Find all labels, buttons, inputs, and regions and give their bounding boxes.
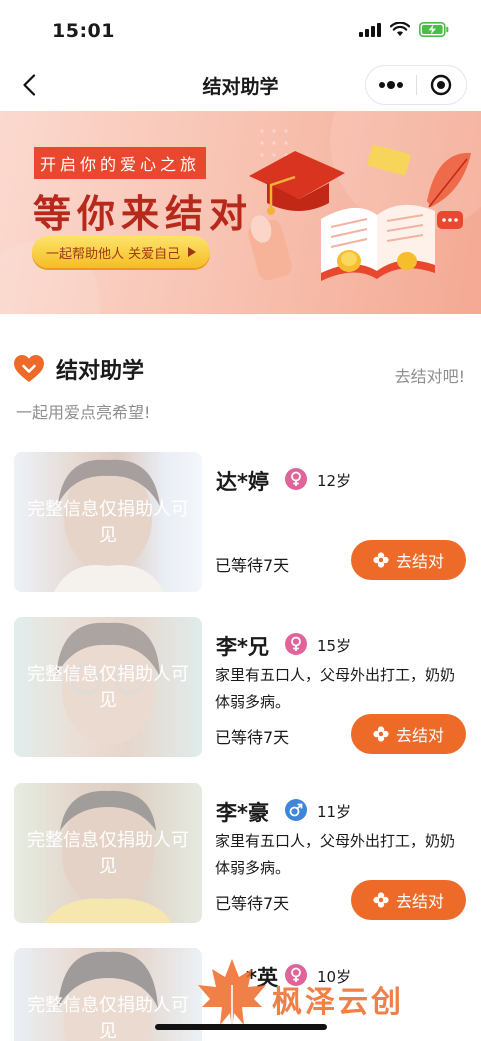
- more-dots-icon: [378, 81, 403, 89]
- student-name: 李*兄: [216, 635, 269, 659]
- nav-bar: 结对助学: [0, 60, 481, 110]
- banner-headline: 等你来结对: [33, 192, 254, 236]
- pair-button-label: 去结对: [395, 726, 444, 745]
- privacy-notice: 完整信息仅捐助人可见: [27, 499, 189, 546]
- pair-button[interactable]: 去结对: [351, 880, 466, 920]
- privacy-notice: 完整信息仅捐助人可见: [27, 830, 189, 877]
- maple-leaf-logo: [198, 959, 266, 1031]
- privacy-notice: 完整信息仅捐助人可见: [27, 664, 189, 711]
- student-card[interactable]: 完整信息仅捐助人可见 李*豪 11岁 家里有五口人，父母外出打工，奶奶体弱多病。…: [14, 783, 466, 925]
- status-icons: [359, 22, 449, 37]
- status-bar: 15:01: [0, 0, 481, 60]
- pair-button-label: 去结对: [395, 892, 444, 911]
- banner-tag: 开启你的爱心之旅: [34, 147, 207, 179]
- banner-cta-button[interactable]: 一起帮助他人 关爱自己: [32, 236, 211, 268]
- pair-button-label: 去结对: [395, 552, 444, 571]
- more-button[interactable]: [366, 66, 416, 104]
- play-arrow-icon: [188, 247, 197, 257]
- battery-charging-icon: [419, 22, 449, 37]
- student-photo: 完整信息仅捐助人可见: [14, 452, 202, 592]
- student-description: 家里有五口人，父母外出打工，奶奶体弱多病。: [215, 666, 456, 711]
- student-name: 李*豪: [216, 801, 269, 825]
- flower-icon: [373, 726, 389, 742]
- wait-time: 已等待7天: [215, 728, 290, 747]
- graduation-book-illustration: [248, 144, 471, 281]
- watermark: 枫泽云创: [192, 955, 452, 1035]
- student-card[interactable]: 完整信息仅捐助人可见 李*兄 15岁 家里有五口人，父母外出打工，奶奶体弱多病。…: [14, 617, 466, 759]
- male-icon: [285, 799, 307, 821]
- target-close-icon: [431, 74, 452, 96]
- section-subtitle: 一起用爱点亮希望!: [16, 403, 151, 422]
- close-miniprogram-button[interactable]: [416, 66, 466, 104]
- pair-button[interactable]: 去结对: [351, 714, 466, 754]
- student-age: 12岁: [317, 472, 352, 490]
- student-age: 15岁: [317, 637, 352, 655]
- student-photo: 完整信息仅捐助人可见: [14, 783, 202, 923]
- privacy-notice: 完整信息仅捐助人可见: [27, 995, 189, 1041]
- pair-button[interactable]: 去结对: [351, 540, 466, 580]
- watermark-text: 枫泽云创: [272, 985, 404, 1020]
- wait-time: 已等待7天: [215, 556, 290, 575]
- student-age: 11岁: [317, 803, 352, 821]
- student-photo: 完整信息仅捐助人可见: [14, 617, 202, 757]
- flower-icon: [373, 552, 389, 568]
- banner-cta-label: 一起帮助他人 关爱自己: [46, 246, 181, 262]
- banner[interactable]: 开启你的爱心之旅 等你来结对 一起帮助他人 关爱自己: [0, 111, 481, 314]
- signal-icon: [359, 22, 381, 37]
- wait-time: 已等待7天: [215, 894, 290, 913]
- section-title: 结对助学: [56, 359, 145, 384]
- home-indicator: [155, 1024, 327, 1030]
- status-time: 15:01: [52, 20, 115, 42]
- student-name: 达*婷: [216, 470, 269, 494]
- heart-icon: [14, 355, 44, 382]
- wifi-icon: [390, 22, 410, 36]
- flower-icon: [373, 892, 389, 908]
- go-pair-link[interactable]: 去结对吧!: [395, 363, 465, 387]
- female-icon: [285, 468, 307, 490]
- female-icon: [285, 633, 307, 655]
- student-card[interactable]: 完整信息仅捐助人可见 达*婷 12岁 已等待7天 去结对: [14, 452, 466, 594]
- student-description: 家里有五口人，父母外出打工，奶奶体弱多病。: [215, 832, 456, 877]
- mini-program-capsule: [365, 65, 467, 105]
- section-header: 结对助学 去结对吧!: [0, 345, 481, 387]
